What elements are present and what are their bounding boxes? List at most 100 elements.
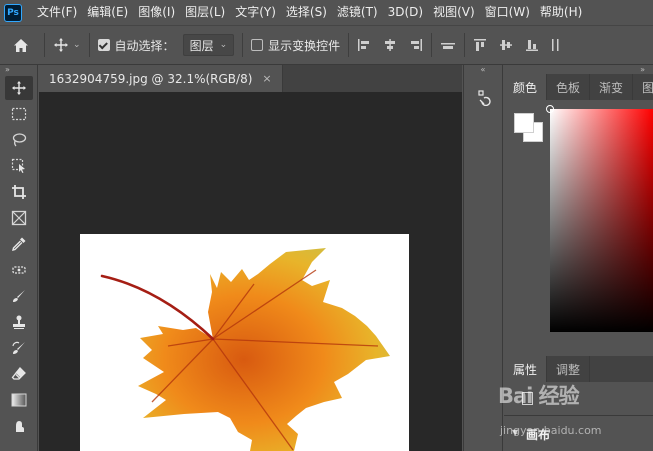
menu-image[interactable]: 图像(I) [133,0,180,25]
tab-adjustments[interactable]: 调整 [547,356,591,382]
tool-eyedropper[interactable] [5,232,33,256]
history-panel-button[interactable] [470,84,498,112]
menu-select[interactable]: 选择(S) [281,0,332,25]
align-group [357,38,423,52]
auto-select-label: 自动选择： [114,38,175,53]
chevron-down-icon[interactable]: ▼ [512,428,518,437]
menu-help[interactable]: 帮助(H) [535,0,587,25]
document-tab-title: 1632904759.jpg @ 32.1%(RGB/8) [49,71,253,86]
gradient-icon [11,393,27,407]
show-transform-checkbox[interactable] [251,39,264,51]
tool-eraser[interactable] [5,362,33,386]
photoshop-logo-icon[interactable]: Ps [4,3,22,22]
document-area: 1632904759.jpg @ 32.1%(RGB/8) × [39,65,462,451]
foreground-color-swatch[interactable] [514,113,534,133]
smudge-icon [16,421,24,432]
menu-type[interactable]: 文字(Y) [230,0,281,25]
maple-leaf-image [100,248,390,451]
tool-preset-picker[interactable]: ⌄ [53,37,81,53]
move-icon [54,38,68,52]
menu-file[interactable]: 文件(F) [32,0,82,25]
tool-history-brush[interactable] [5,336,33,360]
show-transform-label: 显示变换控件 [268,38,341,53]
history-brush-icon [12,341,25,354]
color-panel-tabs: 颜色 色板 渐变 图案 [504,74,653,100]
tool-gradient[interactable] [5,388,33,412]
home-icon [14,38,28,52]
home-button[interactable] [6,31,36,59]
tab-properties[interactable]: 属性 [504,356,548,382]
chevron-down-icon: ⌄ [219,40,228,50]
properties-panel: ▼ 画布 [504,382,653,451]
eyedropper-icon [12,237,26,251]
tab-swatches[interactable]: 色板 [547,74,591,100]
menu-layer[interactable]: 图层(L) [180,0,230,25]
document-tab[interactable]: 1632904759.jpg @ 32.1%(RGB/8) × [39,65,283,92]
color-panel [504,100,653,356]
document-canvas[interactable] [80,234,409,451]
options-bar: ⌄ 自动选择： 图层 ⌄ 显示变换控件 [0,25,653,65]
collapse-arrows-icon[interactable]: « [464,65,502,74]
tool-move[interactable] [5,76,33,100]
align-top-icon[interactable] [473,38,487,52]
crop-icon [12,185,26,199]
collapsed-panel-strip: « [463,65,503,451]
distribute-horizontal-icon[interactable] [551,38,565,52]
menu-window[interactable]: 窗口(W) [480,0,535,25]
divider [44,33,45,57]
tool-stamp[interactable] [5,310,33,334]
tool-frame[interactable] [5,206,33,230]
tool-healing[interactable] [5,258,33,282]
move-icon [12,81,26,95]
frame-icon [11,210,27,226]
tab-patterns[interactable]: 图案 [633,74,653,100]
properties-panel-tabs: 属性 调整 [504,356,653,382]
divider [242,33,244,57]
close-icon[interactable]: × [262,72,271,85]
tool-lasso[interactable] [5,128,33,152]
document-tabbar: 1632904759.jpg @ 32.1%(RGB/8) × [39,65,462,92]
marquee-icon [11,107,27,121]
collapse-arrows-icon[interactable]: » [0,65,37,74]
menu-bar: Ps 文件(F) 编辑(E) 图像(I) 图层(L) 文字(Y) 选择(S) 滤… [0,0,653,25]
auto-select-target-dropdown[interactable]: 图层 ⌄ [182,34,235,56]
collapse-arrows-icon[interactable]: » [504,65,653,74]
right-panel-dock: » 颜色 色板 渐变 图案 属性 调整 ▼ 画布 [504,65,653,451]
healing-icon [12,266,26,274]
menu-edit[interactable]: 编辑(E) [82,0,133,25]
menu-filter[interactable]: 滤镜(T) [332,0,383,25]
object-select-icon [11,158,25,173]
brush-icon [13,290,25,302]
tool-smudge[interactable] [5,414,33,438]
document-icon [522,392,533,405]
divider [88,33,90,57]
tool-object-select[interactable] [5,154,33,178]
color-picker-ring[interactable] [546,105,554,113]
stamp-icon [13,315,25,329]
eraser-icon [11,367,26,380]
align-bottom-icon[interactable] [525,38,539,52]
divider [431,33,433,57]
tool-marquee[interactable] [5,102,33,126]
tab-gradients[interactable]: 渐变 [590,74,634,100]
tool-crop[interactable] [5,180,33,204]
align-vcenter-icon[interactable] [499,38,513,52]
align-left-icon[interactable] [357,38,371,52]
color-spectrum[interactable] [550,109,653,332]
menu-3d[interactable]: 3D(D) [383,0,428,25]
tab-color[interactable]: 颜色 [504,74,548,100]
align-hcenter-icon[interactable] [383,38,397,52]
align-right-icon[interactable] [409,38,423,52]
divider [504,415,653,416]
distribute-vertical-icon[interactable] [440,38,456,52]
auto-select-target-value: 图层 [189,38,214,53]
divider [348,33,350,57]
auto-select-checkbox[interactable] [97,39,110,51]
tool-brush[interactable] [5,284,33,308]
chevron-down-icon: ⌄ [73,40,81,50]
tools-panel: » [0,65,38,451]
divider [464,33,466,57]
lasso-icon [12,133,27,147]
canvas-section-label: 画布 [526,428,551,442]
menu-view[interactable]: 视图(V) [428,0,480,25]
